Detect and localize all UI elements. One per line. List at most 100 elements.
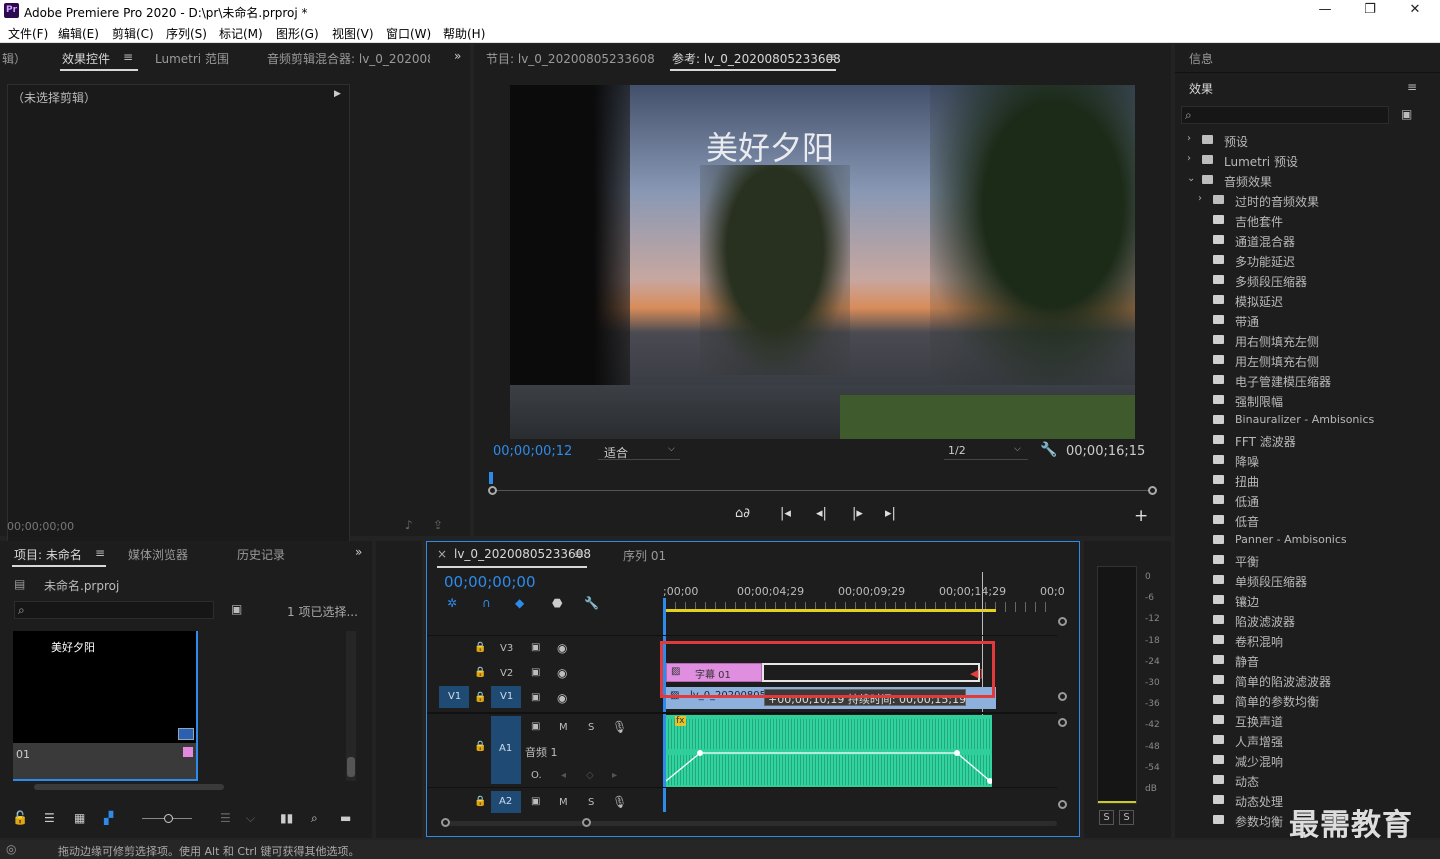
mute-button[interactable]: M	[559, 797, 568, 808]
hscroll-right-handle[interactable]	[582, 818, 591, 827]
effects-search-input[interactable]: ⌕	[1181, 106, 1389, 124]
tab-history[interactable]: 历史记录	[237, 546, 285, 563]
resolution-dropdown[interactable]: 1/2 ⌵	[944, 442, 1028, 460]
chevron-right-icon[interactable]: ›	[1187, 133, 1191, 144]
effects-item[interactable]: Panner - Ambisonics	[1182, 530, 1422, 550]
fit-dropdown[interactable]: 适合 ⌵	[598, 442, 680, 460]
effects-item[interactable]: 低音	[1182, 510, 1422, 530]
effects-item[interactable]: 电子管建模压缩器	[1182, 370, 1422, 390]
tab-media-browser[interactable]: 媒体浏览器	[128, 546, 188, 563]
microphone-icon[interactable]: 🎙	[612, 795, 627, 809]
solo-button[interactable]: S	[588, 797, 594, 808]
effects-item[interactable]: 互换声道	[1182, 710, 1422, 730]
effects-item[interactable]: 减少混响	[1182, 750, 1422, 770]
effects-item[interactable]: 多功能延迟	[1182, 250, 1422, 270]
effects-item[interactable]: 简单的参数均衡	[1182, 690, 1422, 710]
chevron-down-icon[interactable]: ⌄	[1187, 173, 1195, 184]
more-tabs-icon[interactable]: »	[454, 49, 461, 63]
sort-icon[interactable]: ☰	[220, 811, 231, 825]
effects-item[interactable]: 卷积混响	[1182, 630, 1422, 650]
volume-knob-icon[interactable]: O.	[531, 770, 542, 781]
tab-effects[interactable]: 效果	[1189, 80, 1213, 97]
tab-clip-editor[interactable]: 辑）	[2, 50, 26, 67]
effects-folder[interactable]: › Lumetri 预设	[1182, 150, 1422, 170]
new-bin-icon[interactable]: ▬	[340, 811, 351, 825]
more-tabs-icon[interactable]: »	[355, 545, 362, 559]
microphone-icon[interactable]: 🎙	[612, 720, 627, 734]
tab-project[interactable]: 项目: 未命名	[14, 546, 82, 563]
effects-item[interactable]: 多频段压缩器	[1182, 270, 1422, 290]
vscroll-handle[interactable]	[1058, 800, 1067, 809]
go-to-out-icon[interactable]: ▸|	[885, 506, 896, 521]
export-icon[interactable]: ⇪	[433, 518, 443, 532]
lock-icon[interactable]: 🔒	[474, 741, 486, 752]
snap-icon[interactable]: ∩	[482, 596, 491, 610]
effects-item[interactable]: 通道混合器	[1182, 230, 1422, 250]
horizontal-scrollbar[interactable]	[34, 784, 224, 790]
panel-menu-icon[interactable]: ≡	[574, 547, 584, 561]
menu-view[interactable]: 视图(V)	[332, 25, 374, 42]
bars-icon[interactable]: ▮▮	[280, 811, 293, 825]
effects-item[interactable]: FFT 滤波器	[1182, 430, 1422, 450]
effects-item[interactable]: 动态	[1182, 770, 1422, 790]
scrollbar-thumb[interactable]	[347, 757, 355, 777]
effects-item[interactable]: 镶边	[1182, 590, 1422, 610]
menu-sequence[interactable]: 序列(S)	[166, 25, 207, 42]
go-to-in-icon[interactable]: |◂	[780, 506, 791, 521]
effects-item[interactable]: 带通	[1182, 310, 1422, 330]
tab-sequence-lv0[interactable]: lv_0_20200805233608	[454, 547, 591, 561]
tab-lumetri-scopes[interactable]: Lumetri 范围	[155, 50, 229, 67]
effects-item[interactable]: 用左侧填充右侧	[1182, 350, 1422, 370]
panel-menu-icon[interactable]: ≡	[95, 546, 105, 560]
effects-item[interactable]: 模拟延迟	[1182, 290, 1422, 310]
effects-item[interactable]: 扭曲	[1182, 470, 1422, 490]
icon-view-icon[interactable]: ▦	[74, 811, 85, 825]
search-icon[interactable]: ⌕	[311, 811, 318, 826]
vscroll-handle[interactable]	[1058, 617, 1067, 626]
tab-reference[interactable]: 参考: lv_0_20200805233608	[672, 50, 841, 67]
prev-keyframe-icon[interactable]: ◂	[561, 770, 566, 781]
hscroll-left-handle[interactable]	[441, 818, 450, 827]
effects-item[interactable]: 强制限幅	[1182, 390, 1422, 410]
find-icon[interactable]: ▣	[231, 602, 242, 616]
effects-item[interactable]: 降噪	[1182, 450, 1422, 470]
step-forward-icon[interactable]: |▸	[852, 506, 863, 521]
audio-clip[interactable]: fx	[666, 715, 992, 787]
chevron-right-icon[interactable]: ›	[1187, 153, 1191, 164]
automate-icon[interactable]: ⌵	[246, 811, 255, 826]
effects-folder[interactable]: › 过时的音频效果	[1182, 190, 1422, 210]
add-marker-icon[interactable]: ⌂∂	[735, 506, 750, 521]
track-target-v1[interactable]: V1	[491, 686, 521, 708]
close-tab-icon[interactable]: ×	[437, 547, 447, 561]
panel-menu-icon[interactable]: ≡	[1407, 80, 1417, 94]
menu-window[interactable]: 窗口(W)	[386, 25, 431, 42]
work-area-bar[interactable]	[665, 609, 996, 612]
maximize-button[interactable]: ❐	[1355, 2, 1385, 20]
panel-menu-icon[interactable]: ≡	[826, 50, 836, 64]
minimize-button[interactable]: —	[1310, 2, 1340, 20]
eye-icon[interactable]: ◉	[557, 666, 567, 680]
track-target-a1[interactable]: A1	[491, 716, 521, 784]
tab-program[interactable]: 节目: lv_0_20200805233608	[486, 50, 655, 67]
clip-thumbnail[interactable]: 美好夕阳 01	[13, 631, 198, 781]
solo-left-button[interactable]: S	[1099, 810, 1114, 825]
effects-item[interactable]: 陷波滤波器	[1182, 610, 1422, 630]
tab-sequence-01[interactable]: 序列 01	[623, 547, 666, 564]
chevron-right-icon[interactable]: ›	[1198, 193, 1202, 204]
lock-icon[interactable]: 🔒	[474, 642, 486, 653]
step-back-icon[interactable]: ◂|	[816, 506, 827, 521]
linked-selection-icon[interactable]: ◆	[515, 596, 524, 610]
effects-item[interactable]: 吉他套件	[1182, 210, 1422, 230]
settings-wrench-icon[interactable]: 🔧	[584, 596, 599, 610]
solo-button[interactable]: S	[588, 722, 594, 733]
project-search-input[interactable]: ⌕	[14, 601, 214, 619]
panel-menu-icon[interactable]: ≡	[123, 50, 133, 64]
solo-right-button[interactable]: S	[1119, 810, 1134, 825]
tab-effect-controls[interactable]: 效果控件	[62, 50, 110, 67]
effects-item[interactable]: 简单的陷波滤波器	[1182, 670, 1422, 690]
menu-marker[interactable]: 标记(M)	[219, 25, 263, 42]
project-scrollbar[interactable]	[346, 631, 356, 781]
nest-icon[interactable]: ✲	[447, 596, 457, 610]
tab-info[interactable]: 信息	[1189, 50, 1213, 67]
effects-item[interactable]: Binauralizer - Ambisonics	[1182, 410, 1422, 430]
